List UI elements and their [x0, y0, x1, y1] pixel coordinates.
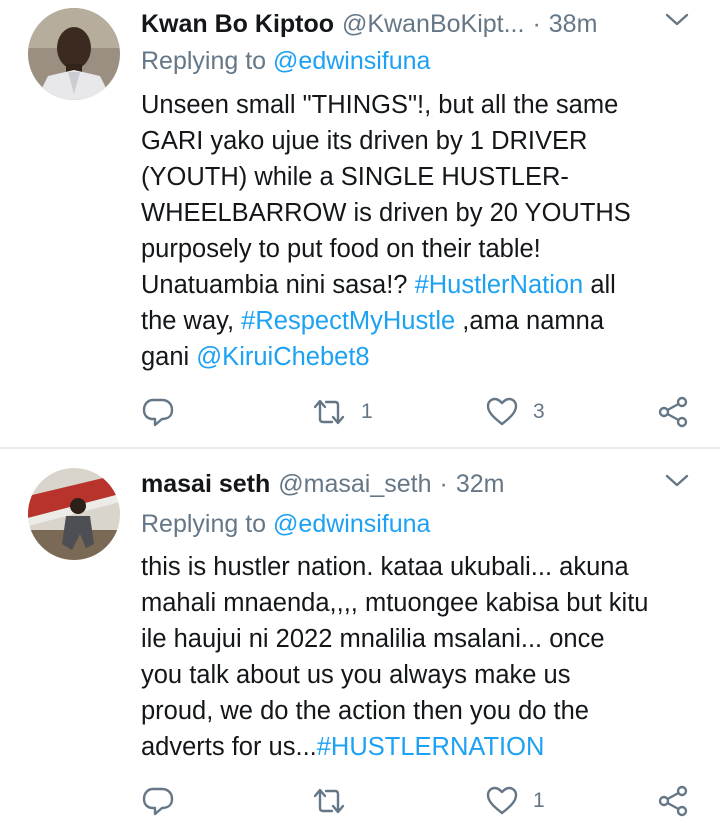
retweet-button[interactable]: 1: [311, 394, 373, 430]
share-button[interactable]: [656, 783, 690, 819]
tweet-text-line: gani @KiruiChebet8: [141, 339, 681, 375]
like-count: 1: [533, 789, 545, 812]
reply-icon: [142, 398, 174, 427]
text-segment: the way,: [141, 307, 242, 335]
tweet-actions: 1 3: [141, 394, 701, 430]
separator-dot: ·: [532, 9, 541, 38]
chevron-down-icon[interactable]: [664, 10, 690, 30]
chevron-down-icon[interactable]: [664, 471, 690, 491]
tweet-text-line: GARI yako ujue its driven by 1 DRIVER: [141, 123, 681, 159]
display-name[interactable]: Kwan Bo Kiptoo: [141, 10, 334, 39]
text-segment: gani: [141, 343, 197, 371]
share-icon: [658, 785, 688, 817]
text-segment: purposely to put food on their table!: [141, 235, 541, 263]
tweet-header: masai seth @masai_seth · 32m: [141, 466, 696, 502]
tweet-text-line: proud, we do the action then you do the: [141, 693, 681, 729]
text-segment: you talk about us you always make us: [141, 661, 571, 689]
reply-button[interactable]: [141, 783, 175, 819]
like-button[interactable]: 1: [485, 783, 545, 819]
text-segment: all: [583, 271, 616, 299]
like-count: 3: [533, 400, 545, 423]
text-segment: adverts for us...: [141, 733, 317, 761]
avatar[interactable]: [28, 8, 120, 100]
tweet-text-line: ile haujui ni 2022 mnalilia msalani... o…: [141, 621, 681, 657]
share-button[interactable]: [656, 394, 690, 430]
tweet-text-line: WHEELBARROW is driven by 20 YOUTHS: [141, 195, 681, 231]
reply-button[interactable]: [141, 394, 175, 430]
replying-to-mention[interactable]: @edwinsifuna: [273, 510, 430, 538]
retweet-button[interactable]: [311, 783, 361, 819]
avatar[interactable]: [28, 468, 120, 560]
text-segment: Unatuambia nini sasa!?: [141, 271, 415, 299]
tweet-text-line: you talk about us you always make us: [141, 657, 681, 693]
text-segment: WHEELBARROW is driven by 20 YOUTHS: [141, 199, 631, 227]
tweet-text-line: this is hustler nation. kataa ukubali...…: [141, 549, 681, 585]
retweet-count: 1: [361, 400, 373, 423]
separator-dot: ·: [439, 469, 448, 498]
tweet-text: this is hustler nation. kataa ukubali...…: [141, 549, 681, 765]
replying-to-mention[interactable]: @edwinsifuna: [273, 47, 430, 75]
retweet-icon: [313, 399, 345, 425]
replying-to: Replying to @edwinsifuna: [141, 510, 430, 539]
heart-icon: [486, 397, 518, 426]
reply-icon: [142, 787, 174, 816]
user-handle[interactable]: @KwanBoKipt...: [342, 10, 524, 39]
tweet-actions: 1: [141, 783, 701, 819]
replying-to-label: Replying to: [141, 510, 267, 538]
tweet-header: Kwan Bo Kiptoo @KwanBoKipt... · 38m: [141, 6, 696, 42]
text-segment: ,ama namna: [455, 307, 605, 335]
reply-feed: Kwan Bo Kiptoo @KwanBoKipt... · 38m Repl…: [0, 0, 720, 823]
tweet-text-line: Unseen small "THINGS"!, but all the same: [141, 87, 681, 123]
user-handle[interactable]: @masai_seth: [278, 470, 431, 499]
tweet-text-line: Unatuambia nini sasa!? #HustlerNation al…: [141, 267, 681, 303]
timestamp[interactable]: 32m: [456, 470, 505, 499]
timestamp[interactable]: 38m: [549, 10, 598, 39]
tweet-text-line: (YOUTH) while a SINGLE HUSTLER-: [141, 159, 681, 195]
text-segment: GARI yako ujue its driven by 1 DRIVER: [141, 127, 588, 155]
mention-link[interactable]: @KiruiChebet8: [196, 343, 369, 371]
tweet-text-line: the way, #RespectMyHustle ,ama namna: [141, 303, 681, 339]
hashtag-link[interactable]: #HustlerNation: [415, 271, 584, 299]
heart-icon: [486, 786, 518, 815]
tweet-text-line: adverts for us...#HUSTLERNATION: [141, 729, 681, 765]
replying-to-label: Replying to: [141, 47, 267, 75]
text-segment: (YOUTH) while a SINGLE HUSTLER-: [141, 163, 569, 191]
display-name[interactable]: masai seth: [141, 470, 270, 499]
hashtag-link[interactable]: #RespectMyHustle: [241, 307, 455, 335]
tweet-text-line: mahali mnaenda,,,, mtuongee kabisa but k…: [141, 585, 681, 621]
tweet-masaiseth[interactable]: masai seth @masai_seth · 32m Replying to…: [0, 449, 720, 823]
replying-to: Replying to @edwinsifuna: [141, 47, 430, 76]
retweet-icon: [313, 788, 345, 814]
tweet-kwanbokiptoo[interactable]: Kwan Bo Kiptoo @KwanBoKipt... · 38m Repl…: [0, 0, 720, 448]
hashtag-link[interactable]: #HUSTLERNATION: [317, 733, 545, 761]
text-segment: ile haujui ni 2022 mnalilia msalani... o…: [141, 625, 605, 653]
share-icon: [658, 396, 688, 428]
text-segment: this is hustler nation. kataa ukubali...…: [141, 553, 629, 581]
like-button[interactable]: 3: [485, 394, 545, 430]
text-segment: mahali mnaenda,,,, mtuongee kabisa but k…: [141, 589, 649, 617]
text-segment: Unseen small "THINGS"!, but all the same: [141, 91, 619, 119]
text-segment: proud, we do the action then you do the: [141, 697, 589, 725]
tweet-text-line: purposely to put food on their table!: [141, 231, 681, 267]
tweet-text: Unseen small "THINGS"!, but all the same…: [141, 87, 681, 375]
